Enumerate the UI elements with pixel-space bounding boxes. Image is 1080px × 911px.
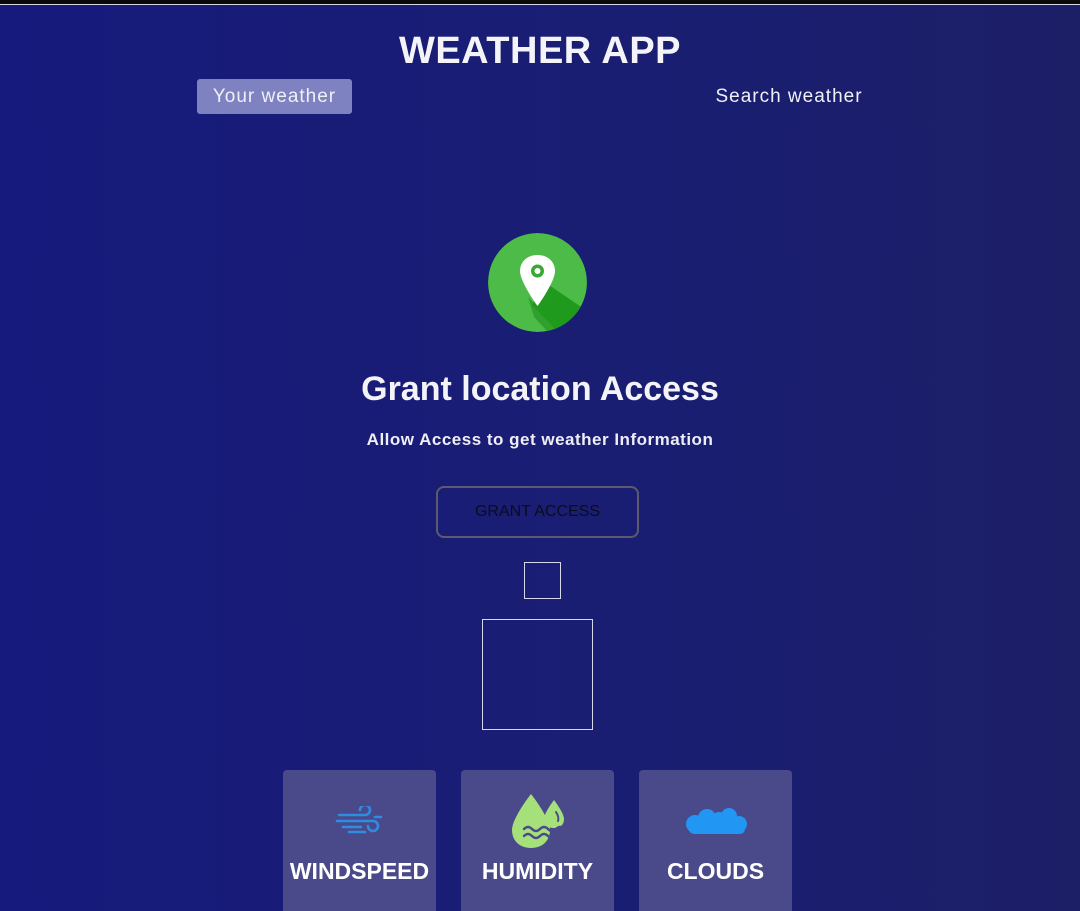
loading-placeholder-large [482, 619, 593, 730]
clouds-label: CLOUDS [666, 858, 765, 884]
clouds-card: CLOUDS [639, 770, 792, 911]
tab-your-weather[interactable]: Your weather [197, 79, 352, 114]
top-border [0, 0, 1080, 5]
location-pin-icon [488, 233, 587, 332]
humidity-label: HUMIDITY [481, 858, 594, 884]
windspeed-label: WINDSPEED [289, 858, 430, 884]
humidity-card: HUMIDITY [461, 770, 614, 911]
cloud-icon [639, 806, 792, 841]
grant-subtitle: Allow Access to get weather Information [366, 430, 714, 449]
windspeed-card: WINDSPEED [283, 770, 436, 911]
tab-search-weather[interactable]: Search weather [700, 79, 878, 114]
wind-icon [283, 803, 436, 841]
loading-placeholder-small [524, 562, 561, 599]
humidity-drops-icon [461, 792, 614, 855]
grant-access-button[interactable]: GRANT ACCESS [436, 486, 639, 538]
app-title: WEATHER APP [398, 30, 682, 72]
grant-title: Grant location Access [361, 370, 719, 408]
